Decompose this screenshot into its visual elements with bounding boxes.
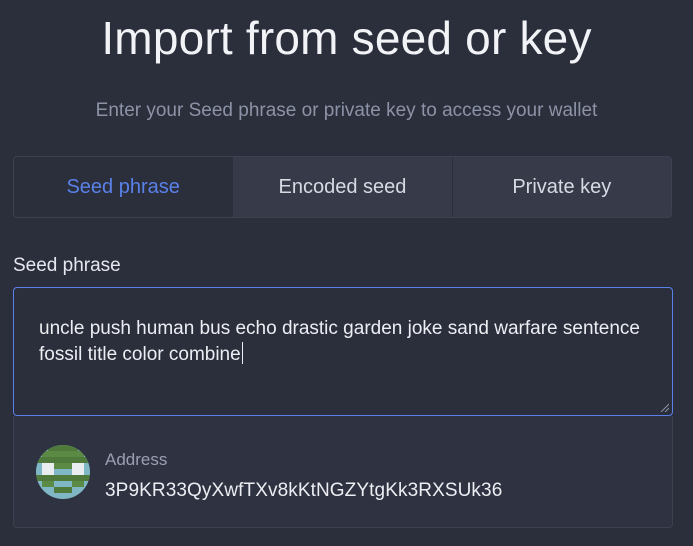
seed-phrase-input[interactable]: uncle push human bus echo drastic garden…	[13, 287, 673, 416]
seed-phrase-label: Seed phrase	[13, 255, 121, 276]
identicon-avatar-icon	[36, 445, 90, 499]
import-page: Import from seed or key Enter your Seed …	[0, 0, 693, 546]
address-preview: Address 3P9KR33QyXwfTXv8kKtNGZYtgKk3RXSU…	[13, 416, 673, 528]
resize-handle-icon[interactable]	[659, 402, 669, 412]
tab-encoded-seed[interactable]: Encoded seed	[232, 157, 452, 217]
import-method-tabs: Seed phrase Encoded seed Private key	[13, 156, 672, 218]
address-value: 3P9KR33QyXwfTXv8kKtNGZYtgKk3RXSUk36	[105, 480, 503, 501]
tab-seed-phrase[interactable]: Seed phrase	[14, 157, 233, 217]
address-label: Address	[105, 450, 168, 469]
page-subtitle: Enter your Seed phrase or private key to…	[95, 100, 598, 121]
seed-phrase-text: uncle push human bus echo drastic garden…	[39, 316, 649, 368]
tab-private-key[interactable]: Private key	[451, 157, 671, 217]
page-title: Import from seed or key	[101, 12, 592, 64]
text-cursor	[241, 342, 244, 364]
seed-phrase-value: uncle push human bus echo drastic garden…	[39, 318, 640, 365]
